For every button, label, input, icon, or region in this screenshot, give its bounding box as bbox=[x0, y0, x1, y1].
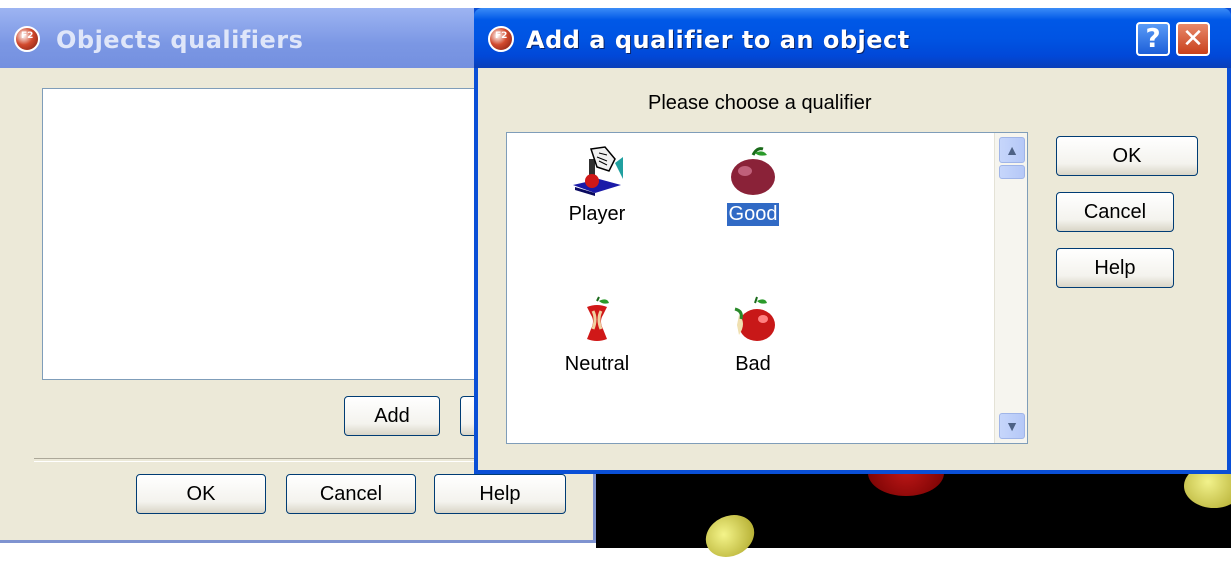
prompt-label: Please choose a qualifier bbox=[648, 92, 872, 114]
scroll-down-arrow-icon[interactable]: ▼ bbox=[999, 413, 1025, 439]
bitten-apple-icon bbox=[734, 296, 775, 341]
list-item-neutral[interactable]: Neutral bbox=[537, 295, 657, 376]
help-question-button[interactable]: ? bbox=[1136, 22, 1170, 56]
dialog-title: Add a qualifier to an object bbox=[526, 26, 910, 54]
item-label: Bad bbox=[735, 353, 771, 375]
list-item-player[interactable]: Player bbox=[537, 145, 657, 226]
apple-core-icon bbox=[587, 296, 609, 341]
whole-apple-icon bbox=[731, 147, 775, 195]
qualifier-icon-list[interactable]: Player Good Neutral Bad ▲ ▼ bbox=[506, 132, 1028, 444]
list-item-good[interactable]: Good bbox=[693, 145, 813, 227]
app-icon: F2 bbox=[488, 26, 514, 52]
scroll-thumb[interactable] bbox=[999, 165, 1025, 179]
help-button[interactable]: Help bbox=[1056, 248, 1174, 288]
list-item-bad[interactable]: Bad bbox=[693, 295, 813, 376]
app-icon: F2 bbox=[14, 26, 40, 52]
ok-button[interactable]: OK bbox=[1056, 136, 1198, 176]
title-bar[interactable]: F2 Add a qualifier to an object ? ✕ bbox=[474, 8, 1231, 68]
cancel-button[interactable]: Cancel bbox=[1056, 192, 1174, 232]
add-qualifier-dialog: F2 Add a qualifier to an object ? ✕ Plea… bbox=[474, 8, 1231, 474]
item-label: Player bbox=[568, 203, 626, 225]
dialog-body: Please choose a qualifier Player Good Ne… bbox=[478, 68, 1227, 470]
item-label: Good bbox=[725, 202, 781, 227]
add-button[interactable]: Add bbox=[344, 396, 440, 436]
cancel-button[interactable]: Cancel bbox=[286, 474, 416, 514]
item-label: Neutral bbox=[564, 353, 630, 375]
joystick-icon bbox=[573, 146, 623, 196]
ok-button[interactable]: OK bbox=[136, 474, 266, 514]
scroll-up-arrow-icon[interactable]: ▲ bbox=[999, 137, 1025, 163]
vertical-scrollbar[interactable]: ▲ ▼ bbox=[994, 133, 1027, 443]
window-title: Objects qualifiers bbox=[56, 26, 304, 54]
qualifiers-list[interactable] bbox=[42, 88, 504, 380]
help-button[interactable]: Help bbox=[434, 474, 566, 514]
close-button[interactable]: ✕ bbox=[1176, 22, 1210, 56]
